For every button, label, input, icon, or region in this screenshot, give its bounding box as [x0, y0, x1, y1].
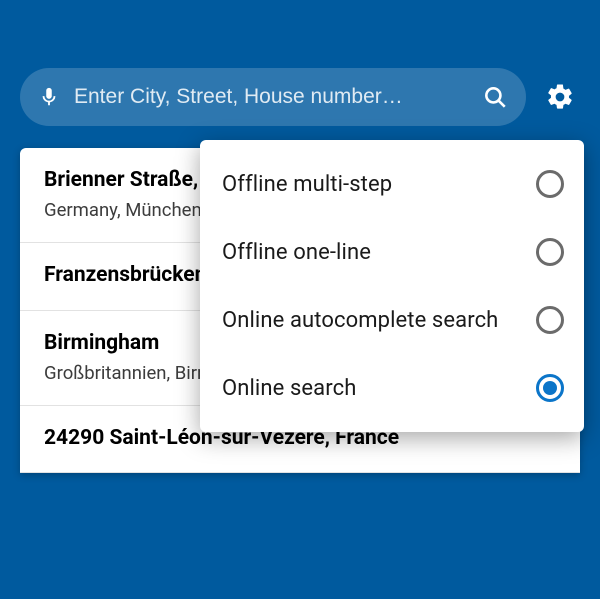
- radio-icon: [536, 170, 564, 198]
- settings-button[interactable]: [540, 77, 580, 117]
- search-mode-option-online-search[interactable]: Online search: [200, 354, 584, 422]
- option-label: Offline multi-step: [222, 172, 392, 197]
- mic-icon[interactable]: [38, 86, 60, 108]
- search-mode-popup: Offline multi-step Offline one-line Onli…: [200, 140, 584, 432]
- search-mode-option-offline-multistep[interactable]: Offline multi-step: [200, 150, 584, 218]
- search-mode-option-offline-oneline[interactable]: Offline one-line: [200, 218, 584, 286]
- radio-icon: [536, 374, 564, 402]
- search-icon[interactable]: [482, 84, 508, 110]
- radio-icon: [536, 238, 564, 266]
- gear-icon: [545, 82, 575, 112]
- option-label: Offline one-line: [222, 240, 371, 265]
- option-label: Online search: [222, 376, 356, 401]
- search-input[interactable]: [74, 85, 468, 109]
- radio-icon: [536, 306, 564, 334]
- search-mode-option-online-autocomplete[interactable]: Online autocomplete search: [200, 286, 584, 354]
- header: [0, 0, 600, 126]
- option-label: Online autocomplete search: [222, 308, 498, 333]
- search-bar[interactable]: [20, 68, 526, 126]
